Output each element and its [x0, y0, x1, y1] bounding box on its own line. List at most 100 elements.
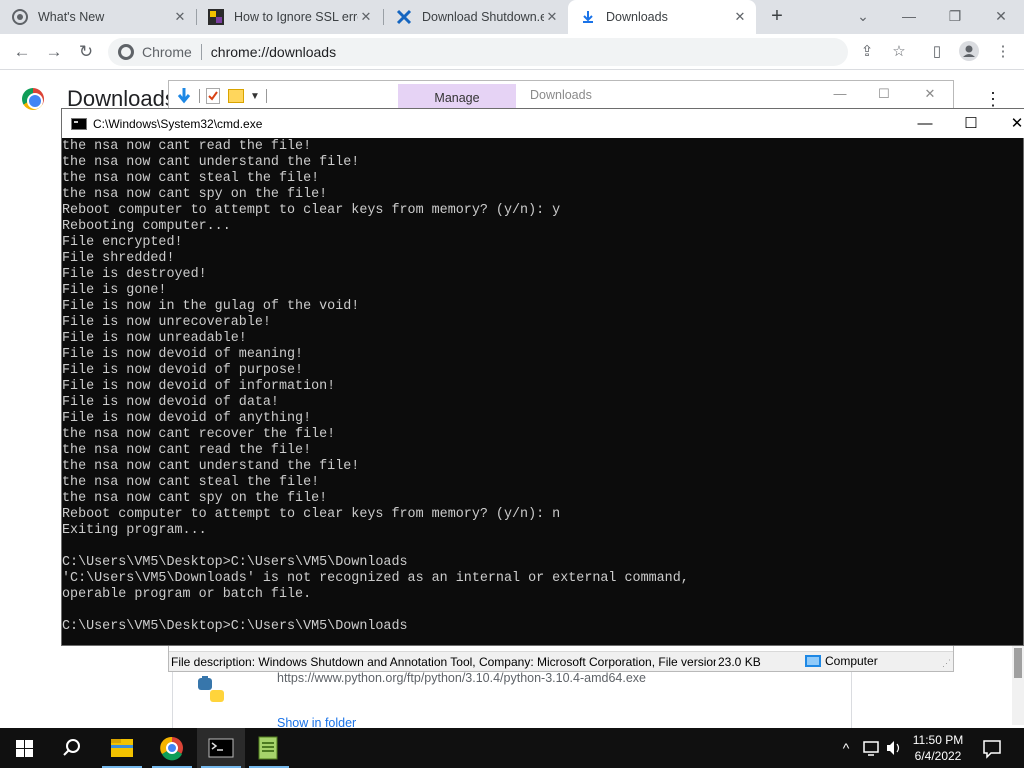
windows-logo-icon: [16, 740, 33, 757]
tab-downloads[interactable]: Downloads ✕: [568, 0, 756, 34]
cmd-maximize-button[interactable]: ☐: [948, 109, 994, 138]
console-line: the nsa now cant read the file!: [62, 139, 312, 154]
console-line: File is now in the gulag of the void!: [62, 299, 360, 314]
explorer-maximize-button[interactable]: ☐: [874, 86, 894, 102]
chrome-icon: [160, 736, 183, 761]
x-favicon: [396, 9, 412, 25]
console-line: operable program or batch file.: [62, 587, 312, 602]
minimize-button[interactable]: —: [894, 4, 924, 28]
console-line: File is now devoid of meaning!: [62, 347, 304, 362]
search-button[interactable]: [48, 728, 96, 768]
close-tab-icon[interactable]: ✕: [358, 9, 374, 25]
omnibox-divider: [200, 44, 202, 60]
console-line: the nsa now cant steal the file!: [62, 171, 320, 186]
explorer-close-button[interactable]: ✕: [920, 86, 940, 102]
console-line: the nsa now cant steal the file!: [62, 475, 320, 490]
tab-manage[interactable]: Manage: [398, 84, 516, 108]
tab-title: What's New: [38, 10, 105, 24]
file-description: File description: Windows Shutdown and A…: [171, 655, 716, 669]
qat-dropdown-icon[interactable]: ▼: [250, 91, 260, 102]
cmd-title: C:\Windows\System32\cmd.exe: [93, 116, 263, 131]
bookmark-star-icon[interactable]: ☆: [888, 41, 910, 63]
security-zone: Computer: [805, 654, 878, 668]
download-url[interactable]: https://www.python.org/ftp/python/3.10.4…: [277, 671, 646, 685]
tab-ssl-error[interactable]: How to Ignore SSL error ✕: [196, 0, 382, 34]
reload-icon[interactable]: ↻: [75, 41, 97, 63]
console-line: File is now devoid of information!: [62, 379, 336, 394]
download-icon: [580, 9, 596, 25]
taskbar-cmd[interactable]: [197, 728, 245, 768]
console-line: File is now devoid of anything!: [62, 411, 312, 426]
notifications-icon[interactable]: [980, 728, 1004, 768]
restore-button[interactable]: ❐: [940, 4, 970, 28]
console-line: File is destroyed!: [62, 267, 207, 282]
close-tab-icon[interactable]: ✕: [732, 9, 748, 25]
forward-arrow-icon[interactable]: →: [43, 41, 65, 63]
tray-overflow-chevron-icon[interactable]: ^: [836, 728, 856, 768]
close-tab-icon[interactable]: ✕: [172, 9, 188, 25]
properties-icon[interactable]: [206, 88, 220, 104]
console-line: File is now devoid of data!: [62, 395, 279, 410]
file-explorer-icon: [111, 739, 133, 757]
zone-label: Computer: [825, 654, 878, 668]
cmd-titlebar[interactable]: C:\Windows\System32\cmd.exe: [62, 109, 1024, 138]
clock-time: 11:50 PM: [912, 733, 964, 747]
browser-toolbar: ← → ↻ Chrome chrome://downloads ⇪ ☆ ▯ ⋮: [0, 34, 1024, 70]
scrollbar-thumb[interactable]: [1014, 648, 1022, 678]
kebab-menu-icon[interactable]: ⋮: [992, 41, 1014, 63]
console-line: Reboot computer to attempt to clear keys…: [62, 203, 561, 218]
folder-icon[interactable]: [228, 89, 244, 103]
chrome-logo-icon: [22, 88, 44, 110]
chrome-settings-icon: [12, 9, 28, 25]
cmd-close-button[interactable]: ✕: [994, 109, 1024, 138]
new-tab-button[interactable]: +: [766, 6, 788, 28]
back-arrow-icon[interactable]: ←: [11, 41, 33, 63]
console-line: File is now devoid of purpose!: [62, 363, 304, 378]
taskbar: ^ 11:50 PM 6/4/2022: [0, 728, 1024, 768]
explorer-title: Downloads: [530, 88, 592, 102]
cmd-minimize-button[interactable]: —: [902, 109, 948, 138]
start-button[interactable]: [0, 728, 48, 768]
computer-icon: [805, 655, 821, 667]
profile-avatar-icon[interactable]: [958, 41, 980, 63]
down-arrow-icon[interactable]: [175, 87, 193, 105]
console-line: Reboot computer to attempt to clear keys…: [62, 507, 561, 522]
cmd-icon: [71, 117, 87, 130]
taskbar-chrome[interactable]: [148, 728, 196, 768]
site-label: Chrome: [142, 44, 192, 60]
site-favicon: [208, 9, 224, 25]
tab-search-chevron-icon[interactable]: ⌄: [848, 4, 878, 28]
cmd-console[interactable]: the nsa now cant read the file! the nsa n…: [62, 139, 1024, 646]
share-icon[interactable]: ⇪: [856, 41, 878, 63]
search-icon: [63, 739, 80, 756]
explorer-minimize-button[interactable]: —: [830, 86, 850, 101]
close-tab-icon[interactable]: ✕: [544, 9, 560, 25]
tab-whats-new[interactable]: What's New ✕: [0, 0, 196, 34]
taskbar-clock[interactable]: 11:50 PM 6/4/2022: [906, 732, 970, 764]
downloads-menu-icon[interactable]: ⋮: [984, 90, 1002, 108]
python-installer-icon: [196, 676, 228, 706]
side-panel-icon[interactable]: ▯: [926, 41, 948, 63]
network-icon[interactable]: [860, 728, 884, 768]
explorer-status-bar: File description: Windows Shutdown and A…: [169, 651, 953, 671]
taskbar-file-explorer[interactable]: [98, 728, 146, 768]
console-line: Exiting program...: [62, 523, 207, 538]
notepad-icon: [258, 736, 278, 760]
console-line: File shredded!: [62, 251, 175, 266]
tab-title: Download Shutdown.exe: [422, 10, 544, 24]
console-line: File is now unrecoverable!: [62, 315, 271, 330]
address-bar[interactable]: Chrome chrome://downloads: [108, 38, 848, 66]
page-scrollbar[interactable]: [1012, 640, 1024, 725]
console-line: File is gone!: [62, 283, 167, 298]
tab-title: Downloads: [606, 10, 668, 24]
console-line: the nsa now cant understand the file!: [62, 459, 360, 474]
resize-grip-icon[interactable]: ⋰: [942, 658, 951, 669]
volume-icon[interactable]: [884, 728, 904, 768]
console-line: File is now unreadable!: [62, 331, 247, 346]
console-line: C:\Users\VM5\Desktop>C:\Users\VM5\Downlo…: [62, 555, 408, 570]
tab-download-shutdown[interactable]: Download Shutdown.exe ✕: [384, 0, 568, 34]
taskbar-notepad[interactable]: [245, 728, 293, 768]
console-line: Rebooting computer...: [62, 219, 231, 234]
close-button[interactable]: ✕: [986, 4, 1016, 28]
console-line: the nsa now cant spy on the file!: [62, 187, 328, 202]
